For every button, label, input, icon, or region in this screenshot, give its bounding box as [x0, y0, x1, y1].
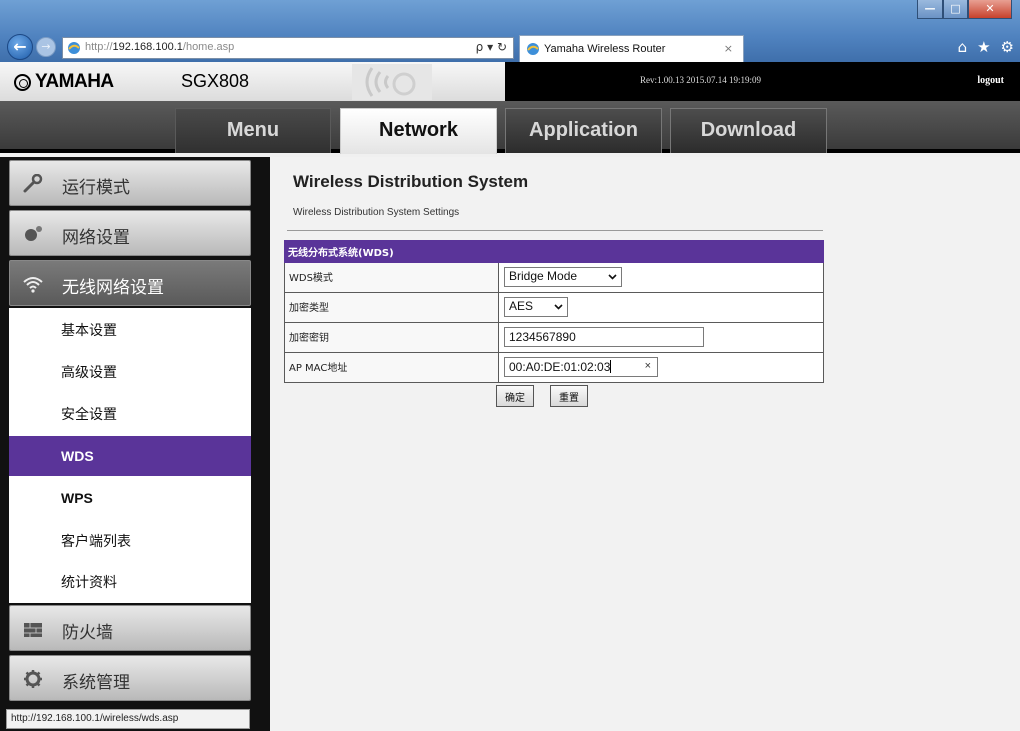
wifi-icon: [23, 277, 43, 293]
sidebar-subitem-label: 基本设置: [61, 323, 117, 339]
router-header: YAMAHA SGX808 Rev:1.00.13 2015.07.14 19:…: [0, 62, 1020, 101]
field-label: 加密密钥: [285, 323, 499, 352]
favorites-icon[interactable]: ★: [977, 38, 990, 56]
address-url: http://192.168.100.1/home.asp: [85, 41, 235, 53]
top-menu: Menu Network Application Download: [0, 101, 1020, 154]
field-label: 加密类型: [285, 293, 499, 322]
sidebar: 运行模式 网络设置 无线网络设置 基本设置 高级设置 安全设置 WDS WPS: [0, 157, 270, 731]
gear-icon: [24, 670, 42, 688]
field-value-cell: Bridge Mode: [500, 263, 823, 292]
close-window-button[interactable]: ✕: [968, 0, 1012, 19]
tab-close-icon[interactable]: ×: [724, 42, 733, 55]
network-icon: [25, 226, 42, 241]
firmware-revision: Rev:1.00.13 2015.07.14 19:19:09: [640, 75, 761, 85]
sidebar-subitem-label: 高级设置: [61, 365, 117, 381]
ie-tab-icon: [527, 43, 539, 55]
field-value-cell: AES: [500, 293, 823, 322]
logout-link[interactable]: logout: [977, 75, 1004, 86]
form-row-encryption-type: 加密类型 AES: [284, 293, 824, 323]
sidebar-item-advanced-settings[interactable]: 高级设置: [9, 350, 251, 390]
chrome-icons: ⌂ ★ ⚙: [958, 38, 1014, 56]
form-buttons: 确定 重置: [496, 385, 588, 407]
address-tools[interactable]: ρ ▾ ↻: [476, 40, 507, 54]
wds-mode-select[interactable]: Bridge Mode: [504, 267, 622, 287]
sidebar-item-client-list[interactable]: 客户端列表: [9, 519, 251, 559]
sidebar-item-wireless-settings[interactable]: 无线网络设置: [9, 260, 251, 306]
maximize-button[interactable]: □: [943, 0, 968, 19]
encryption-key-input[interactable]: 1234567890: [504, 327, 704, 347]
sidebar-item-label: 防火墙: [62, 623, 113, 643]
form-row-encryption-key: 加密密钥 1234567890: [284, 323, 824, 353]
sidebar-item-network-settings[interactable]: 网络设置: [9, 210, 251, 256]
reset-button[interactable]: 重置: [550, 385, 588, 407]
sidebar-item-wps[interactable]: WPS: [9, 478, 251, 518]
field-label: AP MAC地址: [285, 353, 499, 382]
page-title: Wireless Distribution System: [293, 172, 529, 191]
wireless-waves-icon: [352, 64, 432, 100]
apply-button[interactable]: 确定: [496, 385, 534, 407]
window-controls: — □ ✕: [917, 0, 1012, 20]
sidebar-item-operation-mode[interactable]: 运行模式: [9, 160, 251, 206]
sidebar-item-label: 网络设置: [62, 228, 130, 248]
field-label: WDS模式: [285, 263, 499, 292]
sidebar-item-wds[interactable]: WDS: [9, 436, 251, 476]
browser-tab[interactable]: Yamaha Wireless Router ×: [519, 35, 744, 62]
sidebar-item-security-settings[interactable]: 安全设置: [9, 392, 251, 432]
clear-input-icon[interactable]: ×: [645, 360, 651, 372]
firewall-icon: [24, 623, 42, 637]
tab-application[interactable]: Application: [505, 108, 662, 153]
form-row-wds-mode: WDS模式 Bridge Mode: [284, 263, 824, 293]
form-row-ap-mac: AP MAC地址 00:A0:DE:01:02:03 ×: [284, 353, 824, 383]
tuning-fork-logo-icon: [14, 73, 31, 91]
wrench-icon: [23, 174, 43, 193]
browser-chrome: — □ ✕ ← → http://192.168.100.1/home.asp …: [0, 0, 1020, 62]
browser-status-bar: http://192.168.100.1/wireless/wds.asp: [6, 709, 250, 729]
yamaha-logo: YAMAHA: [14, 71, 114, 93]
address-bar[interactable]: http://192.168.100.1/home.asp ρ ▾ ↻: [62, 37, 514, 59]
sidebar-item-firewall[interactable]: 防火墙: [9, 605, 251, 651]
sidebar-subitem-label: WDS: [61, 448, 94, 464]
forward-button[interactable]: →: [36, 37, 56, 57]
main-content: Wireless Distribution System Wireless Di…: [270, 157, 1020, 731]
settings-icon[interactable]: ⚙: [1001, 38, 1014, 56]
sidebar-item-label: 运行模式: [62, 178, 130, 198]
sidebar-subitem-label: 客户端列表: [61, 534, 131, 550]
home-icon[interactable]: ⌂: [958, 38, 968, 56]
sidebar-subitem-label: WPS: [61, 490, 93, 506]
tab-download[interactable]: Download: [670, 108, 827, 153]
divider: [287, 230, 823, 231]
sidebar-item-basic-settings[interactable]: 基本设置: [9, 308, 251, 348]
sidebar-item-system-management[interactable]: 系统管理: [9, 655, 251, 701]
sidebar-item-statistics[interactable]: 统计资料: [9, 560, 251, 600]
tab-menu[interactable]: Menu: [175, 108, 331, 153]
text-caret: [610, 360, 612, 373]
field-value-cell: 00:A0:DE:01:02:03 ×: [500, 353, 823, 382]
sidebar-item-label: 系统管理: [62, 673, 130, 693]
ap-mac-input[interactable]: 00:A0:DE:01:02:03 ×: [504, 357, 658, 377]
wds-form: 无线分布式系统(WDS) WDS模式 Bridge Mode 加密类型 AES …: [284, 240, 824, 383]
sidebar-subitem-label: 安全设置: [61, 407, 117, 423]
brand-area: YAMAHA SGX808: [0, 62, 505, 101]
page-subtitle: Wireless Distribution System Settings: [293, 207, 460, 218]
sidebar-item-label: 无线网络设置: [62, 278, 164, 298]
model-name: SGX808: [181, 71, 250, 91]
tab-network[interactable]: Network: [340, 108, 497, 154]
encryption-type-select[interactable]: AES: [504, 297, 568, 317]
ie-page-icon: [68, 42, 80, 54]
chevron-down-icon: [554, 304, 563, 310]
wireless-submenu: 基本设置 高级设置 安全设置 WDS WPS 客户端列表 统计资料: [9, 308, 251, 603]
back-button[interactable]: ←: [7, 34, 33, 60]
sidebar-subitem-label: 统计资料: [61, 575, 117, 591]
chevron-down-icon: [608, 274, 617, 280]
tab-title: Yamaha Wireless Router: [544, 43, 666, 55]
form-header: 无线分布式系统(WDS): [284, 240, 824, 263]
minimize-button[interactable]: —: [917, 0, 943, 19]
field-value-cell: 1234567890: [500, 323, 823, 352]
